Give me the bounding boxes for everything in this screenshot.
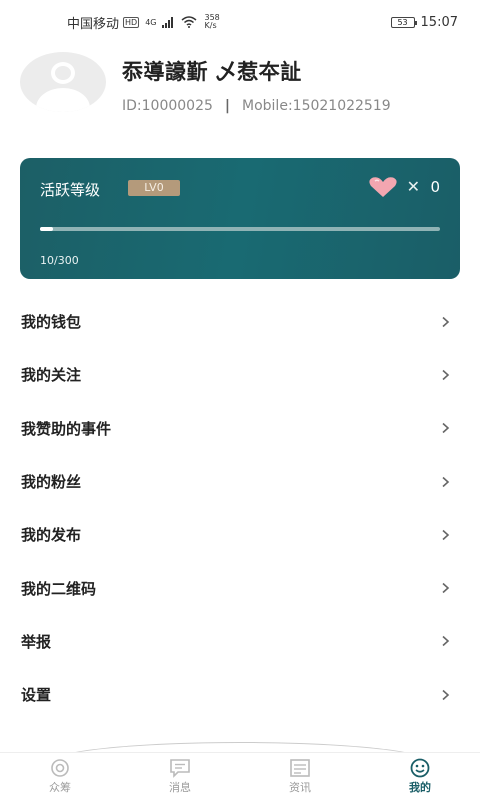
avatar[interactable] [20,52,106,112]
menu-item-following[interactable]: 我的关注 [0,348,480,401]
menu-item-posts[interactable]: 我的发布 [0,508,480,561]
tab-mine[interactable]: 我的 [360,753,480,800]
tab-label: 消息 [169,781,191,794]
wifi-icon [181,16,196,28]
news-icon [290,759,310,777]
chevron-right-icon [442,423,450,434]
avatar-body-icon [36,88,90,112]
user-info-line: ID:10000025 | Mobile:15021022519 [122,98,391,114]
activity-progress-text: 10/300 [40,254,79,267]
menu-item-label: 我赞助的事件 [21,419,112,438]
menu-item-label: 我的钱包 [21,313,82,332]
menu-item-report[interactable]: 举报 [0,615,480,668]
status-bar: 中国移动 HD 4G 358 K/s 53 15:07 [0,0,480,44]
chevron-right-icon [442,316,450,327]
username: 忝導譹斳 乄惹夲訨 [122,60,302,84]
tab-label: 众筹 [49,781,71,794]
level-badge: LV0 [128,180,180,196]
info-separator: | [224,98,231,114]
chevron-right-icon [442,636,450,647]
hd-badge: HD [123,16,140,28]
menu-item-label: 举报 [21,632,52,651]
clock: 15:07 [420,14,458,30]
chevron-right-icon [442,583,450,594]
menu-item-label: 我的发布 [21,526,82,545]
menu-item-sponsored-events[interactable]: 我赞助的事件 [0,402,480,455]
smile-icon [410,758,430,778]
chevron-right-icon [442,476,450,487]
tab-news[interactable]: 资讯 [240,753,360,800]
avatar-head-icon [51,62,75,84]
net-speed-unit: K/s [204,21,217,30]
menu-item-qr-code[interactable]: 我的二维码 [0,561,480,614]
user-id: ID:10000025 [122,98,213,114]
menu-item-label: 设置 [21,686,52,705]
signal-icon [161,16,173,28]
chevron-right-icon [442,689,450,700]
multiply-icon: ✕ [406,177,420,196]
menu-item-fans[interactable]: 我的粉丝 [0,455,480,508]
menu-item-label: 我的关注 [21,366,82,385]
bottom-tab-bar: 众筹 消息 资讯 我的 [0,752,480,800]
chevron-right-icon [442,369,450,381]
chevron-right-icon [442,529,450,540]
crowdfund-icon [51,759,69,777]
tab-label: 资讯 [289,781,311,794]
menu-item-label: 我的二维码 [21,579,97,598]
heart-count: 0 [430,178,440,196]
activity-title: 活跃等级 [40,181,101,199]
battery-icon: 53 [390,16,417,28]
tab-messages[interactable]: 消息 [120,753,240,800]
heart-icon [369,177,397,197]
menu-list: 我的钱包 我的关注 我赞助的事件 我的粉丝 我的发布 我的二维码 举报 设置 [0,295,480,721]
menu-item-label: 我的粉丝 [21,473,82,492]
activity-progress-fill [40,227,54,231]
activity-progress-bar [40,227,440,231]
menu-item-wallet[interactable]: 我的钱包 [0,295,480,348]
carrier-name: 中国移动 [67,16,120,32]
menu-item-settings[interactable]: 设置 [0,668,480,721]
net-speed: 358 K/s [205,14,220,30]
network-type: 4G [145,17,157,27]
message-icon [170,759,190,778]
tab-label: 我的 [409,781,431,794]
user-mobile: Mobile:15021022519 [242,98,391,114]
activity-card[interactable]: 活跃等级 LV0 ✕ 0 10/300 [20,158,460,279]
tab-crowdfund[interactable]: 众筹 [0,753,120,800]
